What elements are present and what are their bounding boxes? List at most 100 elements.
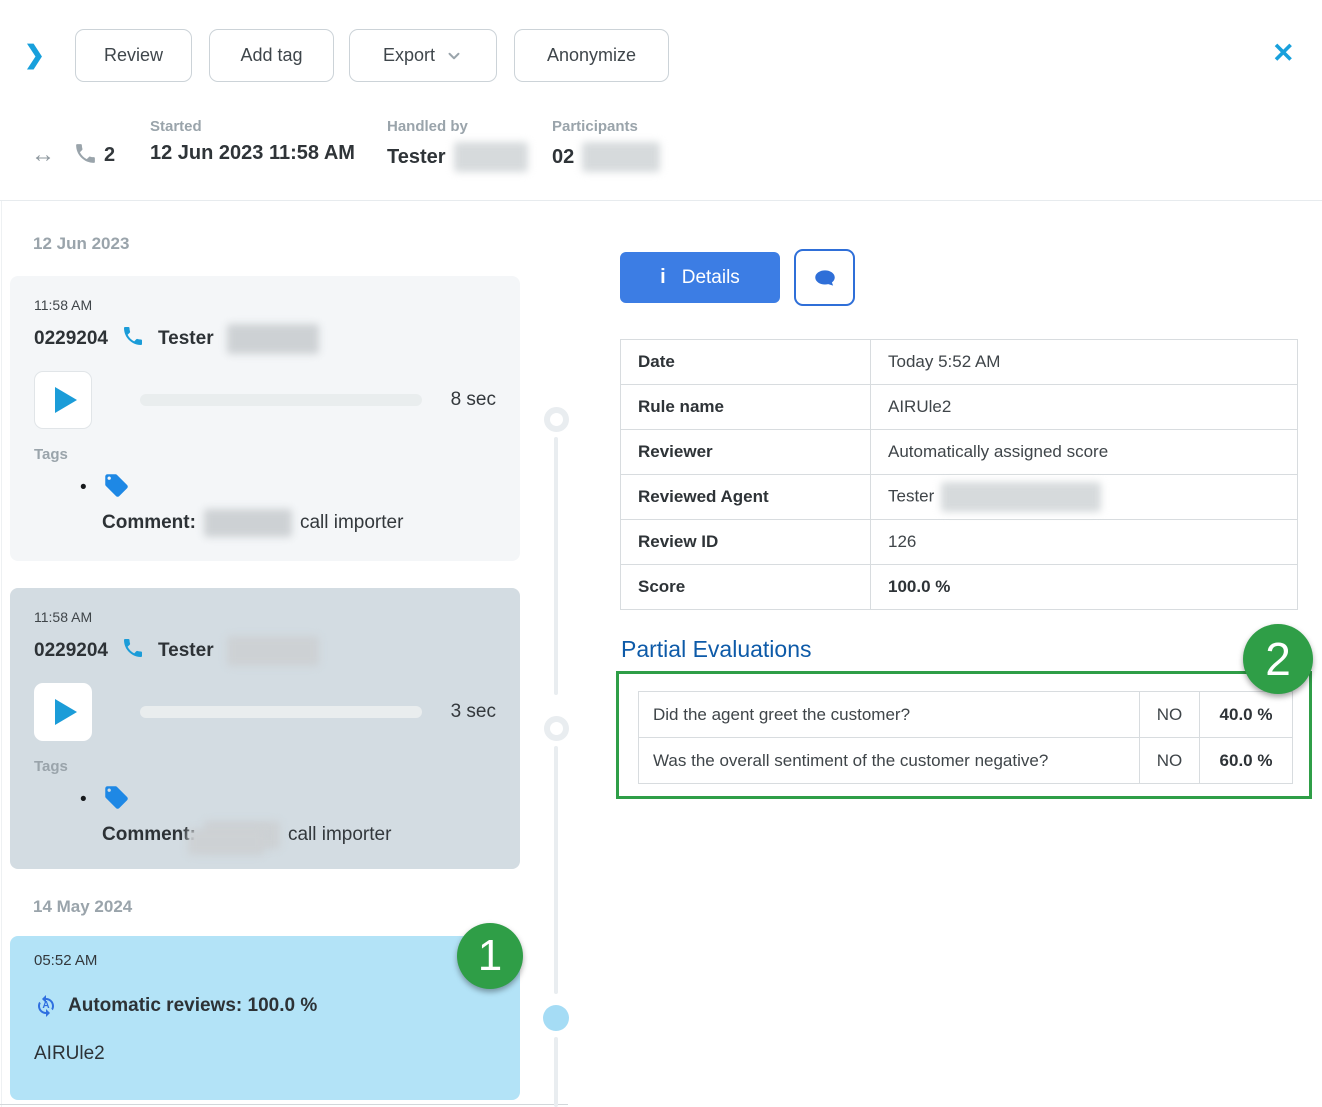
participants-label: Participants (552, 118, 660, 135)
anonymized-text (188, 829, 264, 855)
timeline-dot (544, 716, 569, 741)
agent-name: Tester (158, 328, 214, 350)
header-divider (0, 200, 1322, 201)
call-card-selected[interactable]: 11:58 AM 0229204 Tester 3 sec Tags • Com… (10, 588, 520, 869)
detail-label: Rule name (621, 385, 871, 430)
auto-review-icon: A (34, 994, 58, 1018)
call-card[interactable]: 11:58 AM 0229204 Tester 8 sec Tags • Com… (10, 276, 520, 561)
agent-name: Tester (158, 640, 214, 662)
export-button[interactable]: Export (349, 29, 497, 82)
details-button[interactable]: i Details (620, 252, 780, 303)
date-group-header: 14 May 2024 (33, 897, 132, 917)
evaluation-answer: NO (1140, 692, 1200, 738)
call-count: 2 (104, 144, 115, 167)
evaluation-question: Did the agent greet the customer? (639, 692, 1140, 738)
detail-value: Tester (871, 475, 1298, 520)
evaluation-answer: NO (1140, 738, 1200, 784)
timeline-line (554, 746, 558, 994)
detail-label: Review ID (621, 520, 871, 565)
review-button[interactable]: Review (75, 29, 192, 82)
anonymized-text (454, 142, 528, 172)
detail-value: 100.0 % (871, 565, 1298, 610)
audio-progress-bar[interactable] (140, 706, 422, 718)
anonymize-button[interactable]: Anonymize (514, 29, 669, 82)
review-time: 05:52 AM (34, 952, 496, 969)
annotation-badge-2: 2 (1243, 624, 1313, 694)
call-time: 11:58 AM (34, 297, 496, 313)
partial-evaluations-heading: Partial Evaluations (621, 636, 812, 663)
detail-value: Automatically assigned score (871, 430, 1298, 475)
partial-evaluations-table: Did the agent greet the customer? NO 40.… (638, 691, 1293, 784)
details-button-label: Details (682, 267, 740, 289)
anonymized-text (204, 509, 292, 537)
play-button[interactable] (34, 683, 92, 741)
add-tag-button-label: Add tag (240, 45, 302, 66)
handled-by-label: Handled by (387, 118, 528, 135)
detail-label: Reviewer (621, 430, 871, 475)
expand-panel-icon[interactable]: ❯ (24, 40, 45, 70)
comment-text: call importer (288, 824, 391, 846)
detail-value: 126 (871, 520, 1298, 565)
call-duration: 8 sec (451, 389, 496, 411)
anonymized-text (227, 324, 319, 354)
partial-evaluations-annotation-box: Did the agent greet the customer? NO 40.… (616, 671, 1312, 799)
handled-by-value: Tester (387, 146, 446, 169)
audio-progress-bar[interactable] (140, 394, 422, 406)
table-row: Review ID 126 (621, 520, 1298, 565)
reviewed-agent-name: Tester (888, 486, 934, 505)
phone-icon (121, 636, 145, 666)
swap-direction-icon: ↔ (31, 141, 55, 169)
tags-label: Tags (34, 446, 496, 463)
panel-left-border (1, 201, 2, 1107)
list-bullet: • (80, 789, 87, 811)
add-tag-button[interactable]: Add tag (209, 29, 334, 82)
table-row: Rule name AIRUle2 (621, 385, 1298, 430)
comment-label: Comment: (102, 512, 196, 534)
timeline-line (554, 437, 558, 695)
table-row: Did the agent greet the customer? NO 40.… (639, 692, 1293, 738)
evaluation-score: 60.0 % (1200, 738, 1293, 784)
anonymized-text (941, 482, 1101, 512)
play-icon (55, 387, 77, 413)
call-id: 0229204 (34, 640, 108, 662)
table-row: Score 100.0 % (621, 565, 1298, 610)
auto-review-icon-letter: A (42, 1000, 49, 1011)
date-group-header: 12 Jun 2023 (33, 234, 129, 254)
timeline-dot (544, 407, 569, 432)
table-row: Reviewed Agent Tester (621, 475, 1298, 520)
participants-value: 02 (552, 146, 574, 169)
timeline-line (554, 1037, 558, 1107)
annotation-badge-2-number: 2 (1265, 632, 1291, 686)
detail-value: Today 5:52 AM (871, 340, 1298, 385)
review-details-table: Date Today 5:52 AM Rule name AIRUle2 Rev… (620, 339, 1298, 610)
evaluation-question: Was the overall sentiment of the custome… (639, 738, 1140, 784)
close-icon[interactable]: ✕ (1272, 38, 1295, 69)
review-button-label: Review (104, 45, 163, 66)
started-value: 12 Jun 2023 11:58 AM (150, 142, 355, 165)
comment-label: Comment: (102, 824, 196, 846)
meta-started: Started 12 Jun 2023 11:58 AM (150, 118, 355, 165)
phone-icon (73, 141, 98, 171)
table-row: Date Today 5:52 AM (621, 340, 1298, 385)
started-label: Started (150, 118, 355, 135)
auto-review-rule: AIRUle2 (34, 1043, 496, 1065)
auto-review-card[interactable]: 05:52 AM A Automatic reviews: 100.0 % AI… (10, 936, 520, 1100)
play-button[interactable] (34, 371, 92, 429)
auto-review-title: Automatic reviews: 100.0 % (68, 995, 317, 1017)
timeline-bottom-divider (0, 1104, 568, 1105)
comment-button[interactable] (794, 249, 855, 306)
play-icon (55, 699, 77, 725)
call-review-window: ❯ Review Add tag Export Anonymize ✕ ↔ 2 … (0, 0, 1322, 1107)
meta-handled-by: Handled by Tester (387, 118, 528, 172)
chat-bubble-icon (812, 265, 838, 291)
chevron-down-icon (445, 47, 463, 65)
comment-text: call importer (300, 512, 403, 534)
meta-participants: Participants 02 (552, 118, 660, 172)
table-row: Reviewer Automatically assigned score (621, 430, 1298, 475)
anonymized-text (582, 142, 660, 172)
tag-icon (103, 784, 130, 816)
annotation-badge-1: 1 (457, 923, 523, 989)
list-bullet: • (80, 477, 87, 499)
timeline-dot-active (543, 1005, 569, 1031)
call-time: 11:58 AM (34, 609, 496, 625)
